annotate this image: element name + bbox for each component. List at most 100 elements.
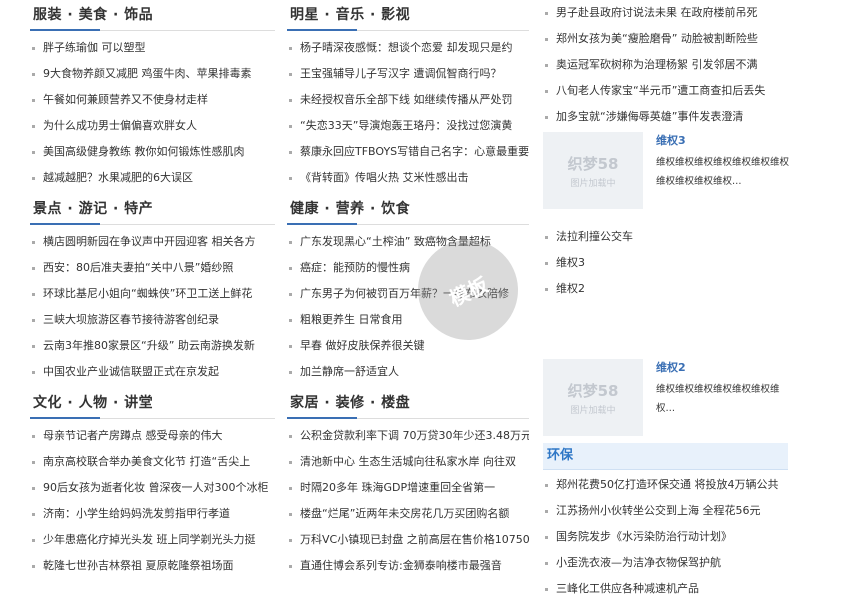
list-item-link[interactable]: 奥运冠军砍树称为治理杨絮 引发邻居不满 xyxy=(556,58,758,71)
list-item-link[interactable]: 楼盘“烂尾”近两年未交房花几万买团购名额 xyxy=(300,507,509,520)
list-item-link[interactable]: 济南：小学生给妈妈洗发剪指甲行孝道 xyxy=(43,507,230,520)
list-item[interactable]: 小歪洗衣液—为洁净衣物保驾护航 xyxy=(543,550,788,576)
list-item-link[interactable]: “失恋33天”导演炮轰王珞丹：没找过您演黄 xyxy=(300,119,512,132)
list-item[interactable]: 王宝强辅导儿子写汉字 遭调侃智商行吗？ xyxy=(287,61,529,87)
list-item[interactable]: 南京高校联合举办美食文化节 打造“舌尖上 xyxy=(30,449,275,475)
list-item-link[interactable]: 未经授权音乐全部下线 如继续传播从严处罚 xyxy=(300,93,513,106)
list-item[interactable]: 广东男子为何被罚百万年薪？一身布衣陪修 xyxy=(287,281,529,307)
list-item-link[interactable]: 三峡大坝旅游区春节接待游客创纪录 xyxy=(43,313,219,326)
list-item[interactable]: 未经授权音乐全部下线 如继续传播从严处罚 xyxy=(287,87,529,113)
list-item-link[interactable]: 万科VC小镇现已封盘 之前高层在售价格10750元 xyxy=(300,533,529,546)
list-item[interactable]: 时隔20多年 珠海GDP增速重回全省第一 xyxy=(287,475,529,501)
list-item[interactable]: 云南3年推80家景区“升级” 助云南游换发新 xyxy=(30,333,275,359)
list-item[interactable]: 中国农业产业诚信联盟正式在京发起 xyxy=(30,359,275,385)
list-item[interactable]: 直通住博会系列专访:金狮泰响楼市最强音 xyxy=(287,553,529,579)
list-item-link[interactable]: 八旬老人传家宝“半元币”遭工商查扣后丢失 xyxy=(556,84,765,97)
list-item[interactable]: 90后女孩为逝者化妆 曾深夜一人对300个冰柜 xyxy=(30,475,275,501)
list-item[interactable]: 加兰静席一舒适宜人 xyxy=(287,359,529,385)
thumb-image-1[interactable]: 织梦58 图片加载中 xyxy=(543,132,643,209)
list-item[interactable]: 三峰化工供应各种减速机产品 xyxy=(543,576,788,602)
list-item[interactable]: 早春 做好皮肤保养很关键 xyxy=(287,333,529,359)
section-title[interactable]: 家居 · 装修 · 楼盘 xyxy=(287,388,529,419)
list-item-link[interactable]: 粗粮更养生 日常食用 xyxy=(300,313,403,326)
list-item-link[interactable]: 环球比基尼小姐向“蜘蛛侠”环卫工送上鲜花 xyxy=(43,287,252,300)
thumb-card-2[interactable]: 织梦58 图片加载中 维权2 维权维权维权维权维权维权维权… xyxy=(543,359,788,439)
list-item-link[interactable]: 江苏扬州小伙转坐公交到上海 全程花56元 xyxy=(556,504,761,517)
list-item[interactable]: 母亲节记者产房蹲点 感受母亲的伟大 xyxy=(30,423,275,449)
list-item[interactable]: 乾隆七世孙吉林祭祖 夏原乾隆祭祖场面 xyxy=(30,553,275,579)
list-item-link[interactable]: 中国农业产业诚信联盟正式在京发起 xyxy=(43,365,219,378)
list-item[interactable]: 少年患癌化疗掉光头发 班上同学剃光头力挺 xyxy=(30,527,275,553)
thumb-title-1[interactable]: 维权3 xyxy=(656,132,791,148)
list-item-link[interactable]: 公积金贷款利率下调 70万贷30年少还3.48万元 xyxy=(300,429,529,442)
list-item[interactable]: 国务院发步《水污染防治行动计划》 xyxy=(543,524,788,550)
list-item-link[interactable]: 9大食物养颜又减肥 鸡蛋牛肉、苹果排毒素 xyxy=(43,67,252,80)
section-title[interactable]: 文化 · 人物 · 讲堂 xyxy=(30,388,275,419)
list-item-link[interactable]: 清池新中心 生态生活城向往私家水岸 向往双 xyxy=(300,455,516,468)
list-item-link[interactable]: 小歪洗衣液—为洁净衣物保驾护航 xyxy=(556,556,721,569)
list-item-link[interactable]: 加多宝就“涉嫌侮辱英雄”事件发表澄清 xyxy=(556,110,743,123)
list-item-link[interactable]: 时隔20多年 珠海GDP增速重回全省第一 xyxy=(300,481,495,494)
section-title[interactable]: 明星 · 音乐 · 影视 xyxy=(287,0,529,31)
list-item-link[interactable]: 南京高校联合举办美食文化节 打造“舌尖上 xyxy=(43,455,250,468)
list-item[interactable]: 9大食物养颜又减肥 鸡蛋牛肉、苹果排毒素 xyxy=(30,61,275,87)
list-item[interactable]: 西安：80后准夫妻拍“关中八景”婚纱照 xyxy=(30,255,275,281)
list-item[interactable]: 公积金贷款利率下调 70万贷30年少还3.48万元 xyxy=(287,423,529,449)
thumb-title-2[interactable]: 维权2 xyxy=(656,359,791,375)
list-item[interactable]: 粗粮更养生 日常食用 xyxy=(287,307,529,333)
list-item-link[interactable]: 郑州女孩为美“瘦脸磨骨” 动脸被割断险些 xyxy=(556,32,758,45)
list-item-link[interactable]: 广东男子为何被罚百万年薪？一身布衣陪修 xyxy=(300,287,509,300)
list-item[interactable]: 胖子练瑜伽 可以塑型 xyxy=(30,35,275,61)
list-item-link[interactable]: 王宝强辅导儿子写汉字 遭调侃智商行吗？ xyxy=(300,67,502,80)
list-item[interactable]: 男子赴县政府讨说法未果 在政府楼前吊死 xyxy=(543,0,788,26)
list-item-link[interactable]: 母亲节记者产房蹲点 感受母亲的伟大 xyxy=(43,429,223,442)
list-item-link[interactable]: 直通住博会系列专访:金狮泰响楼市最强音 xyxy=(300,559,502,572)
list-item-link[interactable]: 加兰静席一舒适宜人 xyxy=(300,365,399,378)
list-item-link[interactable]: 午餐如何兼顾营养又不使身材走样 xyxy=(43,93,208,106)
list-item-link[interactable]: 横店圆明新园在争议声中开园迎客 相关各方 xyxy=(43,235,256,248)
list-item[interactable]: 万科VC小镇现已封盘 之前高层在售价格10750元 xyxy=(287,527,529,553)
list-item[interactable]: 《背转面》传唱火热 艾米性感出击 xyxy=(287,165,529,191)
list-item[interactable]: 为什么成功男士偏偏喜欢胖女人 xyxy=(30,113,275,139)
list-item[interactable]: 杨子晴深夜感慨：想谈个恋爱 却发现只是约 xyxy=(287,35,529,61)
list-item[interactable]: 广东发现黑心“土榨油” 致癌物含量超标 xyxy=(287,229,529,255)
section-title[interactable]: 景点 · 游记 · 特产 xyxy=(30,194,275,225)
list-item-link[interactable]: 《背转面》传唱火热 艾米性感出击 xyxy=(300,171,469,184)
list-item[interactable]: 法拉利撞公交车 xyxy=(543,224,788,250)
list-item-link[interactable]: 为什么成功男士偏偏喜欢胖女人 xyxy=(43,119,197,132)
list-item[interactable]: “失恋33天”导演炮轰王珞丹：没找过您演黄 xyxy=(287,113,529,139)
list-item-link[interactable]: 维权3 xyxy=(556,256,585,269)
list-item[interactable]: 三峡大坝旅游区春节接待游客创纪录 xyxy=(30,307,275,333)
list-item[interactable]: 午餐如何兼顾营养又不使身材走样 xyxy=(30,87,275,113)
list-item-link[interactable]: 三峰化工供应各种减速机产品 xyxy=(556,582,699,595)
list-item-link[interactable]: 癌症：能预防的慢性病 xyxy=(300,261,410,274)
list-item[interactable]: 江苏扬州小伙转坐公交到上海 全程花56元 xyxy=(543,498,788,524)
list-item[interactable]: 楼盘“烂尾”近两年未交房花几万买团购名额 xyxy=(287,501,529,527)
section-title-huanbao[interactable]: 环保 xyxy=(543,443,788,470)
list-item[interactable]: 清池新中心 生态生活城向往私家水岸 向往双 xyxy=(287,449,529,475)
thumb-card-1[interactable]: 织梦58 图片加载中 维权3 维权维权维权维权维权维权维权维权维权维权维权… xyxy=(543,132,791,212)
list-item[interactable]: 奥运冠军砍树称为治理杨絮 引发邻居不满 xyxy=(543,52,788,78)
list-item[interactable]: 维权2 xyxy=(543,276,788,302)
list-item[interactable]: 济南：小学生给妈妈洗发剪指甲行孝道 xyxy=(30,501,275,527)
list-item[interactable]: 横店圆明新园在争议声中开园迎客 相关各方 xyxy=(30,229,275,255)
list-item-link[interactable]: 越减越肥？水果减肥的6大误区 xyxy=(43,171,193,184)
list-item-link[interactable]: 90后女孩为逝者化妆 曾深夜一人对300个冰柜 xyxy=(43,481,269,494)
list-item[interactable]: 癌症：能预防的慢性病 xyxy=(287,255,529,281)
list-item-link[interactable]: 西安：80后准夫妻拍“关中八景”婚纱照 xyxy=(43,261,233,274)
list-item-link[interactable]: 杨子晴深夜感慨：想谈个恋爱 却发现只是约 xyxy=(300,41,513,54)
list-item[interactable]: 蔡康永回应TFBOYS写错自己名字：心意最重要 xyxy=(287,139,529,165)
list-item-link[interactable]: 早春 做好皮肤保养很关键 xyxy=(300,339,425,352)
list-item-link[interactable]: 广东发现黑心“土榨油” 致癌物含量超标 xyxy=(300,235,491,248)
list-item-link[interactable]: 国务院发步《水污染防治行动计划》 xyxy=(556,530,732,543)
list-item-link[interactable]: 郑州花费50亿打造环保交通 将投放4万辆公共 xyxy=(556,478,779,491)
list-item[interactable]: 郑州花费50亿打造环保交通 将投放4万辆公共 xyxy=(543,472,788,498)
thumb-image-2[interactable]: 织梦58 图片加载中 xyxy=(543,359,643,436)
list-item-link[interactable]: 云南3年推80家景区“升级” 助云南游换发新 xyxy=(43,339,255,352)
list-item[interactable]: 八旬老人传家宝“半元币”遭工商查扣后丢失 xyxy=(543,78,788,104)
list-item[interactable]: 越减越肥？水果减肥的6大误区 xyxy=(30,165,275,191)
list-item[interactable]: 郑州女孩为美“瘦脸磨骨” 动脸被割断险些 xyxy=(543,26,788,52)
list-item-link[interactable]: 乾隆七世孙吉林祭祖 夏原乾隆祭祖场面 xyxy=(43,559,234,572)
list-item-link[interactable]: 维权2 xyxy=(556,282,585,295)
list-item-link[interactable]: 蔡康永回应TFBOYS写错自己名字：心意最重要 xyxy=(300,145,529,158)
